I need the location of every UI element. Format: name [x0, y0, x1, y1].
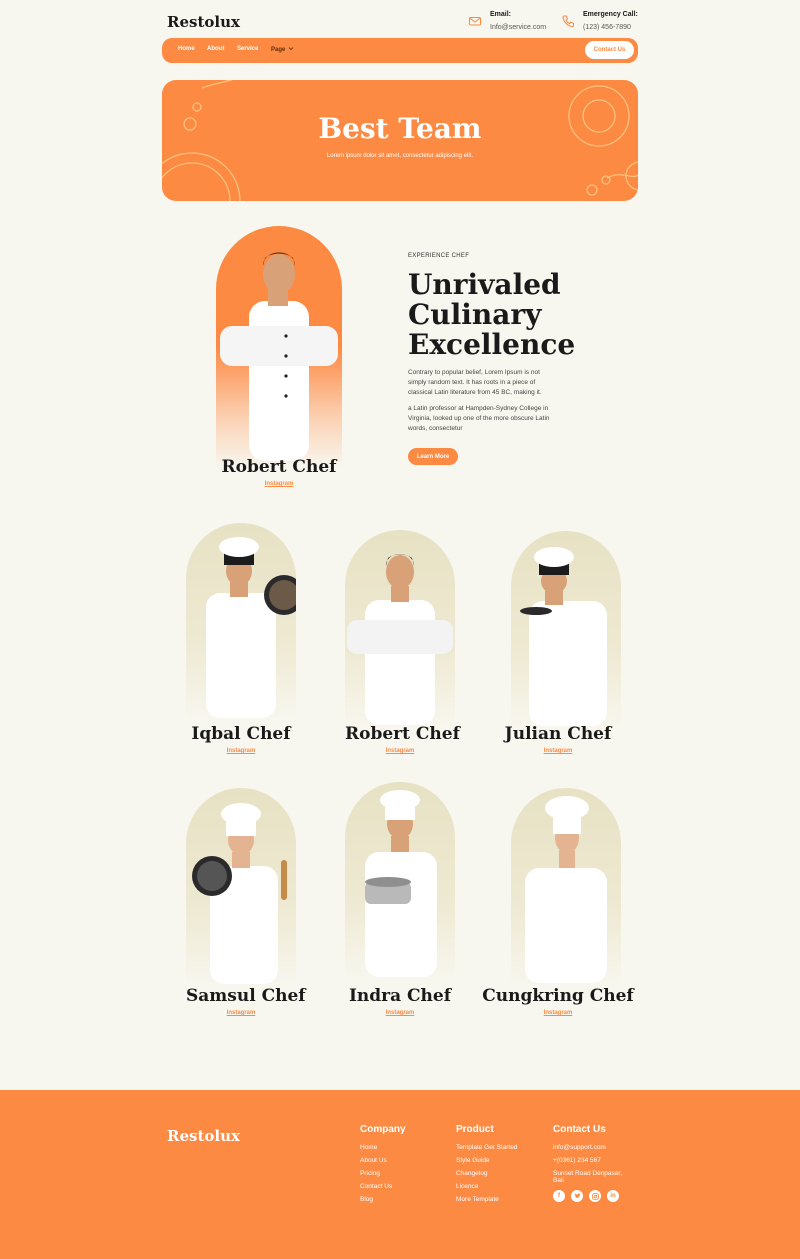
team-photo-cungkring — [511, 788, 621, 988]
featured-chef-name: Robert Chef — [221, 457, 337, 477]
footer-link-pricing[interactable]: Pricing — [360, 1170, 406, 1177]
phone-contact: Emergency Call: (123) 456-7890 — [561, 11, 638, 31]
twitter-icon[interactable] — [571, 1190, 583, 1202]
footer-phone[interactable]: +(0361) 234 567 — [553, 1157, 633, 1164]
chef-illustration — [206, 537, 296, 718]
chevron-down-icon — [288, 47, 294, 51]
team-name-iqbal: Iqbal Chef — [191, 724, 291, 744]
footer-link-style-guide[interactable]: Style Guide — [456, 1157, 517, 1164]
featured-paragraph-2: a Latin professor at Hampden-Sydney Coll… — [408, 405, 550, 432]
email-contact: Email: Info@service.com — [468, 11, 546, 31]
phone-value[interactable]: (123) 456-7890 — [583, 24, 638, 31]
team-instagram-samsul[interactable]: Instagram — [186, 1010, 296, 1016]
nav-service[interactable]: Service — [237, 46, 258, 52]
team-photo-julian — [511, 531, 621, 731]
hero-subtitle: Lorem ipsum dolor sit amet, consectetur … — [326, 153, 474, 159]
contact-us-button[interactable]: Contact Us — [585, 41, 634, 59]
experience-eyebrow: EXPERIENCE CHEF — [408, 253, 470, 259]
team-instagram-indra[interactable]: Instagram — [345, 1010, 455, 1016]
team-instagram-robert[interactable]: Instagram — [345, 748, 455, 754]
chef-illustration — [365, 790, 437, 977]
footer-link-blog[interactable]: Blog — [360, 1196, 406, 1203]
footer-contact-column: Contact Us info@support.com +(0361) 234 … — [553, 1124, 633, 1202]
email-value[interactable]: Info@service.com — [490, 24, 546, 31]
nav-home[interactable]: Home — [178, 46, 195, 52]
email-label: Email: — [490, 11, 512, 18]
team-name-indra: Indra Chef — [348, 986, 452, 1006]
featured-chef-photo — [216, 226, 342, 468]
featured-title-line2: Culinary — [408, 298, 542, 331]
footer-link-licence[interactable]: Licence — [456, 1183, 517, 1190]
mail-icon — [469, 17, 481, 26]
footer-link-about[interactable]: About Us — [360, 1157, 406, 1164]
social-links: f in — [553, 1190, 633, 1202]
footer-link-changelog[interactable]: Changelog — [456, 1170, 517, 1177]
footer-brand[interactable]: Restolux — [167, 1127, 240, 1145]
hero-title: Best Team — [318, 112, 482, 145]
site-footer: Restolux Company Home About Us Pricing C… — [0, 1090, 800, 1259]
chef-illustration — [347, 554, 453, 725]
team-photo-indra — [345, 782, 455, 982]
team-photo-samsul — [186, 788, 296, 988]
footer-contact-title: Contact Us — [553, 1124, 606, 1135]
team-instagram-iqbal[interactable]: Instagram — [186, 748, 296, 754]
footer-address: Sunset Road Denpasar, Bali — [553, 1170, 623, 1184]
footer-product-column: Product Template Get Started Style Guide… — [456, 1124, 517, 1209]
footer-link-get-started[interactable]: Template Get Started — [456, 1144, 517, 1151]
team-photo-robert — [345, 530, 455, 730]
chef-illustration — [220, 252, 338, 461]
linkedin-icon[interactable]: in — [607, 1190, 619, 1202]
chef-illustration — [525, 796, 607, 983]
nav-page-label: Page — [271, 47, 286, 53]
phone-label: Emergency Call: — [583, 11, 638, 18]
featured-title-line1: Unrivaled — [408, 268, 561, 301]
team-name-samsul: Samsul Chef — [186, 986, 306, 1006]
footer-company-column: Company Home About Us Pricing Contact Us… — [360, 1124, 406, 1209]
footer-product-title: Product — [456, 1124, 494, 1135]
footer-link-home[interactable]: Home — [360, 1144, 406, 1151]
main-nav: Home About Service Page Contact Us — [162, 38, 638, 63]
featured-title: Unrivaled Culinary Excellence — [408, 270, 608, 360]
chef-illustration — [192, 803, 287, 984]
footer-company-title: Company — [360, 1124, 406, 1135]
brand-logo[interactable]: Restolux — [167, 13, 240, 31]
hero-banner: Best Team Lorem ipsum dolor sit amet, co… — [162, 80, 638, 201]
team-photo-iqbal — [186, 523, 296, 723]
featured-instagram-link[interactable]: Instagram — [216, 481, 342, 487]
facebook-icon[interactable]: f — [553, 1190, 565, 1202]
instagram-icon[interactable] — [589, 1190, 601, 1202]
team-instagram-julian[interactable]: Instagram — [503, 748, 613, 754]
team-name-robert: Robert Chef — [345, 724, 460, 744]
chef-illustration — [520, 547, 607, 726]
featured-title-line3: Excellence — [408, 328, 576, 361]
footer-link-more-template[interactable]: More Template — [456, 1196, 517, 1203]
footer-email[interactable]: info@support.com — [553, 1144, 633, 1151]
nav-about[interactable]: About — [207, 46, 224, 52]
team-instagram-cungkring[interactable]: Instagram — [503, 1010, 613, 1016]
footer-link-contact[interactable]: Contact Us — [360, 1183, 406, 1190]
learn-more-button[interactable]: Learn More — [408, 448, 458, 465]
team-name-julian: Julian Chef — [504, 724, 612, 744]
phone-icon — [562, 15, 574, 28]
featured-paragraph-1: Contrary to popular belief, Lorem Ipsum … — [408, 369, 542, 396]
team-name-cungkring: Cungkring Chef — [482, 986, 634, 1006]
nav-page[interactable]: Page — [271, 46, 294, 53]
